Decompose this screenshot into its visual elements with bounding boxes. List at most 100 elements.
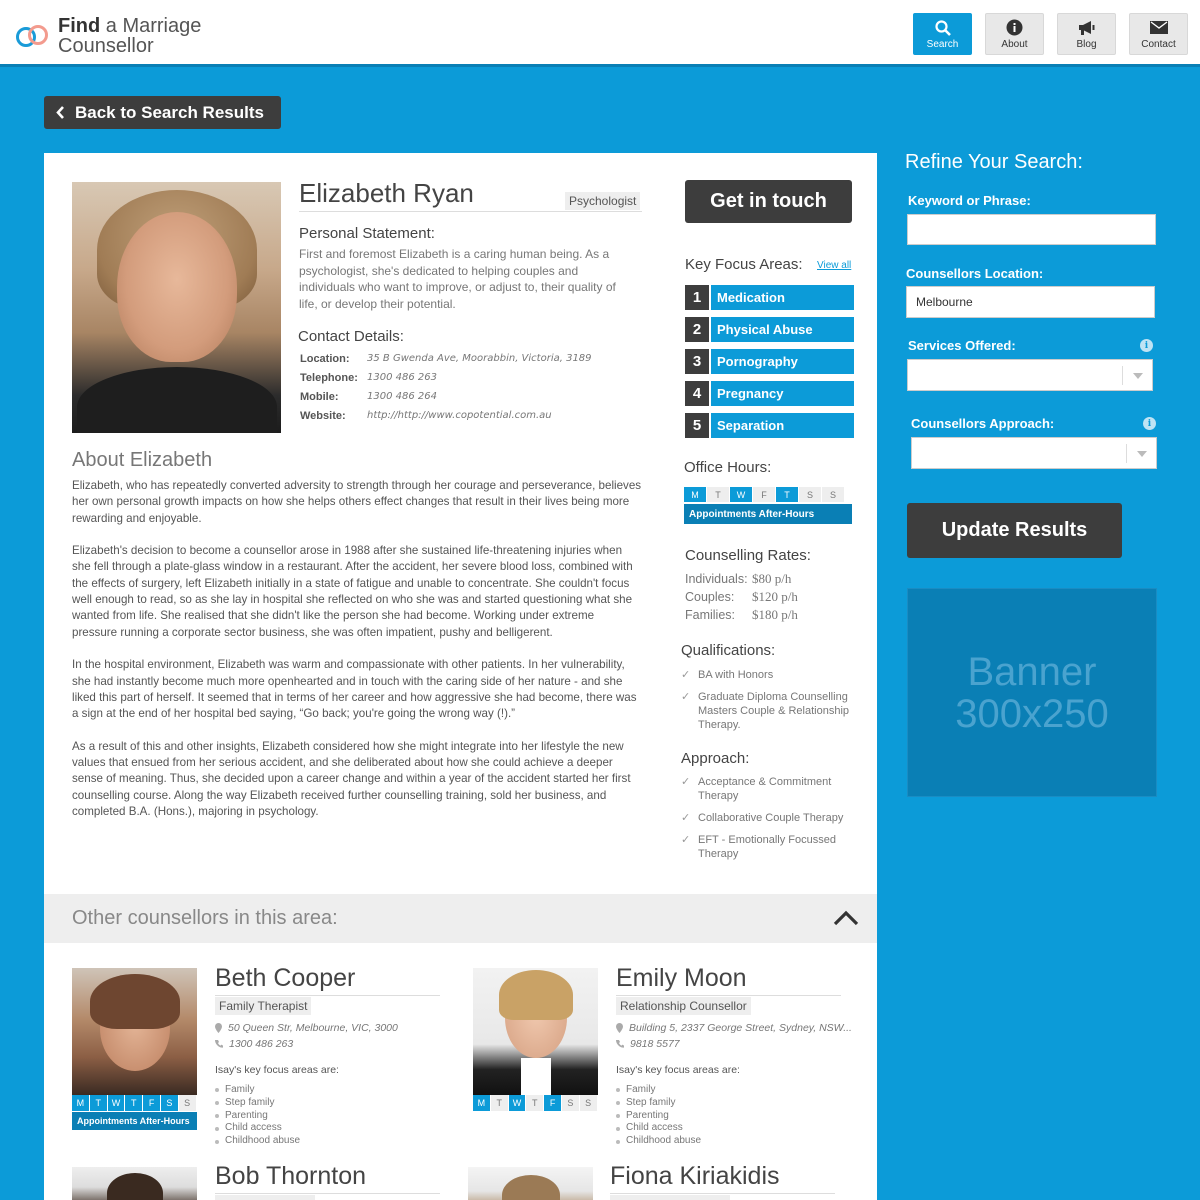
divider [610, 1193, 835, 1194]
counsellor-name[interactable]: Bob Thornton [215, 1162, 366, 1191]
get-in-touch-button[interactable]: Get in touch [685, 180, 852, 223]
keyword-label: Keyword or Phrase: [908, 193, 1031, 208]
contact-website-link[interactable]: http://http://www.copotential.com.au [367, 410, 552, 421]
list-item: Step family [616, 1097, 701, 1110]
counselling-rates-heading: Counselling Rates: [685, 547, 811, 564]
contact-location-value: 35 B Gwenda Ave, Moorabbin, Victoria, 31… [367, 353, 592, 364]
approach-text: EFT - Emotionally Focussed Therapy [698, 834, 836, 860]
day-cell: S [822, 487, 845, 502]
chevron-left-icon [56, 106, 65, 119]
counsellor-card[interactable]: Fiona Kiriakidis [468, 1162, 858, 1200]
profile-card: Elizabeth Ryan Psychologist Personal Sta… [44, 153, 877, 1200]
focus-area-item[interactable]: 2 Physical Abuse [685, 317, 854, 342]
chevron-down-icon [1126, 444, 1156, 463]
counsellor-name[interactable]: Fiona Kiriakidis [610, 1162, 780, 1191]
day-cell: T [89, 1095, 108, 1111]
counsellor-photo [72, 1167, 197, 1200]
divider [215, 995, 440, 996]
day-cell: S [178, 1095, 197, 1111]
phone-icon [215, 1039, 223, 1049]
focus-text: Step family [225, 1096, 275, 1108]
day-cell: T [125, 1095, 144, 1111]
nav-blog-button[interactable]: Blog [1057, 13, 1116, 55]
approach-label: Counsellors Approach: [911, 416, 1055, 431]
check-icon: ✓ [681, 776, 691, 788]
focus-number: 1 [685, 285, 709, 310]
day-cell: F [753, 487, 776, 502]
nav-contact-button[interactable]: Contact [1129, 13, 1188, 55]
contact-website-row: Website: http://http://www.copotential.co… [300, 406, 592, 425]
counsellor-phone[interactable]: 1300 486 263 [215, 1038, 293, 1050]
rate-row: Couples: $120 p/h [685, 588, 798, 606]
focus-area-item[interactable]: 4 Pregnancy [685, 381, 854, 406]
keyword-input[interactable] [907, 214, 1156, 245]
counsellor-card[interactable]: Bob Thornton [72, 1162, 452, 1200]
counsellor-address: Building 5, 2337 George Street, Sydney, … [616, 1022, 852, 1034]
key-focus-list: 1 Medication 2 Physical Abuse 3 Pornography… [685, 285, 854, 445]
services-select[interactable] [907, 359, 1153, 391]
envelope-icon [1149, 19, 1168, 37]
contact-telephone-link[interactable]: 1300 486 263 [367, 372, 437, 383]
day-cell: M [473, 1095, 491, 1111]
focus-area-item[interactable]: 5 Separation [685, 413, 854, 438]
profile-role-badge: Psychologist [565, 192, 641, 210]
list-item: Childhood abuse [616, 1135, 701, 1148]
info-icon[interactable]: i [1140, 339, 1153, 352]
qualifications-heading: Qualifications: [681, 642, 776, 659]
day-cell: T [776, 487, 799, 502]
focus-text: Parenting [626, 1109, 669, 1121]
view-all-link[interactable]: View all [817, 260, 851, 271]
contact-label: Location: [300, 352, 350, 365]
nav-blog-label: Blog [1076, 38, 1097, 50]
contact-details: Location: 35 B Gwenda Ave, Moorabbin, Vic… [300, 349, 592, 425]
approach-item: ✓ EFT - Emotionally Focussed Therapy [681, 833, 851, 861]
focus-number: 4 [685, 381, 709, 406]
nav-about-button[interactable]: About [985, 13, 1044, 55]
refine-search-heading: Refine Your Search: [905, 151, 1083, 173]
other-counsellors-header[interactable]: Other counsellors in this area: [44, 894, 877, 943]
focus-area-item[interactable]: 1 Medication [685, 285, 854, 310]
day-cell: T [490, 1095, 509, 1111]
nav-search-label: Search [926, 38, 959, 50]
about-heading: About Elizabeth [72, 449, 213, 471]
counsellor-role-badge [610, 1195, 730, 1200]
rate-value: $80 p/h [752, 571, 792, 586]
ad-banner[interactable]: Banner 300x250 [907, 588, 1157, 797]
rate-label: Couples: [685, 590, 735, 604]
counsellor-name[interactable]: Beth Cooper [215, 964, 355, 993]
focus-area-item[interactable]: 3 Pornography [685, 349, 854, 374]
rate-row: Families: $180 p/h [685, 606, 798, 624]
location-input[interactable]: Melbourne [906, 286, 1155, 318]
day-cell: T [707, 487, 730, 502]
update-results-button[interactable]: Update Results [907, 503, 1122, 558]
phone-icon [616, 1039, 624, 1049]
nav-contact-label: Contact [1141, 38, 1176, 50]
counsellor-role-badge [215, 1195, 315, 1200]
focus-text: Child access [626, 1122, 683, 1134]
info-icon[interactable]: i [1143, 417, 1156, 430]
list-item: Parenting [215, 1110, 300, 1123]
counsellor-role-badge: Family Therapist [215, 997, 312, 1015]
key-focus-heading: Key Focus Areas: [685, 256, 803, 273]
focus-number: 2 [685, 317, 709, 342]
address-text: Building 5, 2337 George Street, Sydney, … [629, 1022, 852, 1034]
focus-list: Family Step family Parenting Child acces… [616, 1084, 701, 1148]
focus-label: Physical Abuse [711, 317, 854, 342]
contact-mobile-link[interactable]: 1300 486 264 [367, 391, 437, 402]
back-to-results-button[interactable]: Back to Search Results [44, 96, 281, 129]
counsellor-phone[interactable]: 9818 5577 [616, 1038, 680, 1050]
site-logo[interactable]: Find a Marriage Counsellor [16, 16, 201, 56]
banner-text: Banner [967, 649, 1097, 694]
counsellor-name[interactable]: Emily Moon [616, 964, 747, 993]
other-counsellors-heading: Other counsellors in this area: [72, 907, 338, 929]
approach-select[interactable] [911, 437, 1157, 469]
nav-search-button[interactable]: Search [913, 13, 972, 55]
banner-size-text: 300x250 [955, 691, 1109, 736]
focus-text: Family [626, 1084, 656, 1095]
focus-number: 5 [685, 413, 709, 438]
day-cell: F [544, 1095, 562, 1111]
divider [215, 1193, 440, 1194]
day-cell: W [730, 487, 753, 502]
search-icon [934, 19, 951, 37]
chevron-up-icon[interactable] [833, 910, 859, 931]
